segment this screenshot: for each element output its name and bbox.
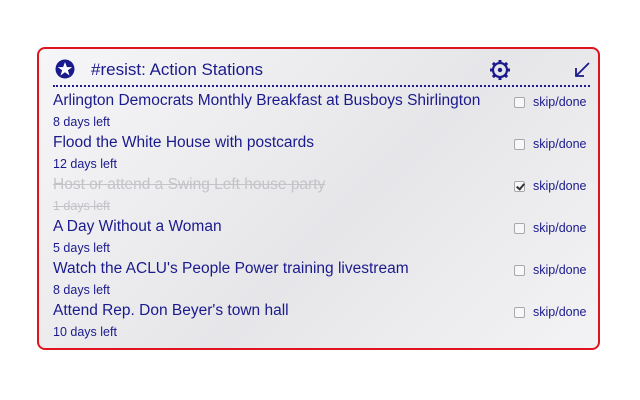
days-left: 5 days left xyxy=(53,241,110,255)
action-title[interactable]: Flood the White House with postcards xyxy=(53,134,314,152)
skip-done-toggle[interactable]: skip/done xyxy=(514,179,587,193)
skip-done-checkbox[interactable] xyxy=(514,222,525,234)
days-left: 1 days left xyxy=(53,199,110,213)
list-item: Attend Rep. Don Beyer's town hall 10 day… xyxy=(53,301,594,343)
skip-done-toggle[interactable]: skip/done xyxy=(514,305,587,319)
skip-done-label[interactable]: skip/done xyxy=(533,221,587,235)
skip-done-checkbox[interactable] xyxy=(514,264,525,276)
skip-done-checkbox[interactable] xyxy=(514,306,525,318)
panel-header: #resist: Action Stations xyxy=(53,57,590,87)
action-title[interactable]: Host or attend a Swing Left house party xyxy=(53,176,325,194)
skip-done-checkbox[interactable] xyxy=(514,138,525,150)
skip-done-label[interactable]: skip/done xyxy=(533,263,587,277)
skip-done-label[interactable]: skip/done xyxy=(533,305,587,319)
list-item: A Day Without a Woman 5 days left skip/d… xyxy=(53,217,594,259)
skip-done-toggle[interactable]: skip/done xyxy=(514,137,587,151)
skip-done-label[interactable]: skip/done xyxy=(533,137,587,151)
skip-done-toggle[interactable]: skip/done xyxy=(514,221,587,235)
skip-done-label[interactable]: skip/done xyxy=(533,95,587,109)
gear-icon[interactable] xyxy=(489,59,511,81)
skip-done-toggle[interactable]: skip/done xyxy=(514,263,587,277)
action-title[interactable]: Arlington Democrats Monthly Breakfast at… xyxy=(53,92,480,110)
list-item: Arlington Democrats Monthly Breakfast at… xyxy=(53,91,594,133)
list-item: Flood the White House with postcards 12 … xyxy=(53,133,594,175)
collapse-arrow-icon[interactable] xyxy=(573,61,591,79)
skip-done-label[interactable]: skip/done xyxy=(533,179,587,193)
star-icon xyxy=(55,59,75,79)
days-left: 8 days left xyxy=(53,115,110,129)
action-stations-panel: #resist: Action Stations Arlington Democ… xyxy=(37,47,600,350)
panel-title: #resist: Action Stations xyxy=(91,60,263,79)
days-left: 12 days left xyxy=(53,157,117,171)
days-left: 8 days left xyxy=(53,283,110,297)
list-item: Host or attend a Swing Left house party … xyxy=(53,175,594,217)
skip-done-checkbox[interactable] xyxy=(514,180,525,192)
days-left: 10 days left xyxy=(53,325,117,339)
list-item: Watch the ACLU's People Power training l… xyxy=(53,259,594,301)
action-title[interactable]: Attend Rep. Don Beyer's town hall xyxy=(53,302,289,320)
action-title[interactable]: A Day Without a Woman xyxy=(53,218,222,236)
skip-done-checkbox[interactable] xyxy=(514,96,525,108)
action-title[interactable]: Watch the ACLU's People Power training l… xyxy=(53,260,409,278)
action-list: Arlington Democrats Monthly Breakfast at… xyxy=(53,91,594,343)
skip-done-toggle[interactable]: skip/done xyxy=(514,95,587,109)
